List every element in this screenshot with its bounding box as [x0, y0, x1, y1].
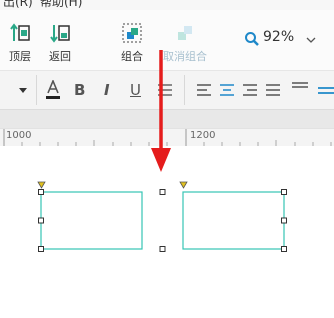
group-label: 组合 — [121, 50, 143, 63]
horizontal-ruler: 1000 1200 — [0, 128, 334, 147]
bold-button[interactable]: B — [74, 81, 85, 99]
send-back-icon — [50, 25, 70, 43]
italic-button[interactable]: I — [104, 81, 110, 99]
ribbon-toolbar: 顶层 返回 组合 取消组合 92% — [0, 10, 334, 71]
zoom-value: 92% — [263, 29, 295, 45]
strikethrough-icon[interactable] — [158, 84, 172, 96]
back-button[interactable]: 返回 — [40, 22, 80, 64]
menu-item-help[interactable]: 帮助(H) — [40, 0, 82, 10]
align-right-icon[interactable] — [243, 84, 257, 96]
align-center-icon[interactable] — [220, 84, 234, 96]
font-color-icon[interactable] — [45, 80, 61, 100]
chevron-down-icon[interactable] — [306, 36, 316, 44]
valign-top-icon[interactable] — [292, 82, 308, 88]
format-toolbar: B I U — [0, 71, 334, 110]
divider — [184, 75, 185, 105]
group-button[interactable]: 组合 — [112, 22, 152, 64]
group-icon — [122, 23, 142, 43]
search-icon — [245, 32, 259, 46]
bring-to-top-label: 顶层 — [9, 50, 31, 63]
valign-middle-icon[interactable] — [318, 87, 334, 95]
align-justify-icon[interactable] — [266, 84, 280, 96]
zoom-control[interactable]: 92% — [240, 26, 320, 50]
bring-to-top-icon — [10, 23, 30, 41]
dropdown-arrow-icon[interactable] — [18, 88, 28, 94]
ruler-label-right: 1200 — [190, 130, 216, 141]
underline-button[interactable]: U — [130, 81, 141, 99]
design-canvas[interactable] — [0, 146, 334, 318]
divider — [36, 75, 37, 105]
ungroup-icon — [178, 26, 192, 40]
ungroup-label: 取消组合 — [163, 50, 207, 63]
menu-bar: 出(R) 帮助(H) — [0, 0, 334, 10]
ruler-label-left: 1000 — [6, 130, 32, 141]
bring-to-top-button[interactable]: 顶层 — [0, 22, 40, 64]
back-label: 返回 — [49, 50, 71, 63]
ungroup-button[interactable]: 取消组合 — [160, 22, 210, 64]
ruler-ticks — [3, 129, 332, 146]
canvas-gutter — [0, 110, 334, 128]
menu-item-out[interactable]: 出(R) — [3, 0, 33, 10]
align-left-icon[interactable] — [197, 84, 211, 96]
